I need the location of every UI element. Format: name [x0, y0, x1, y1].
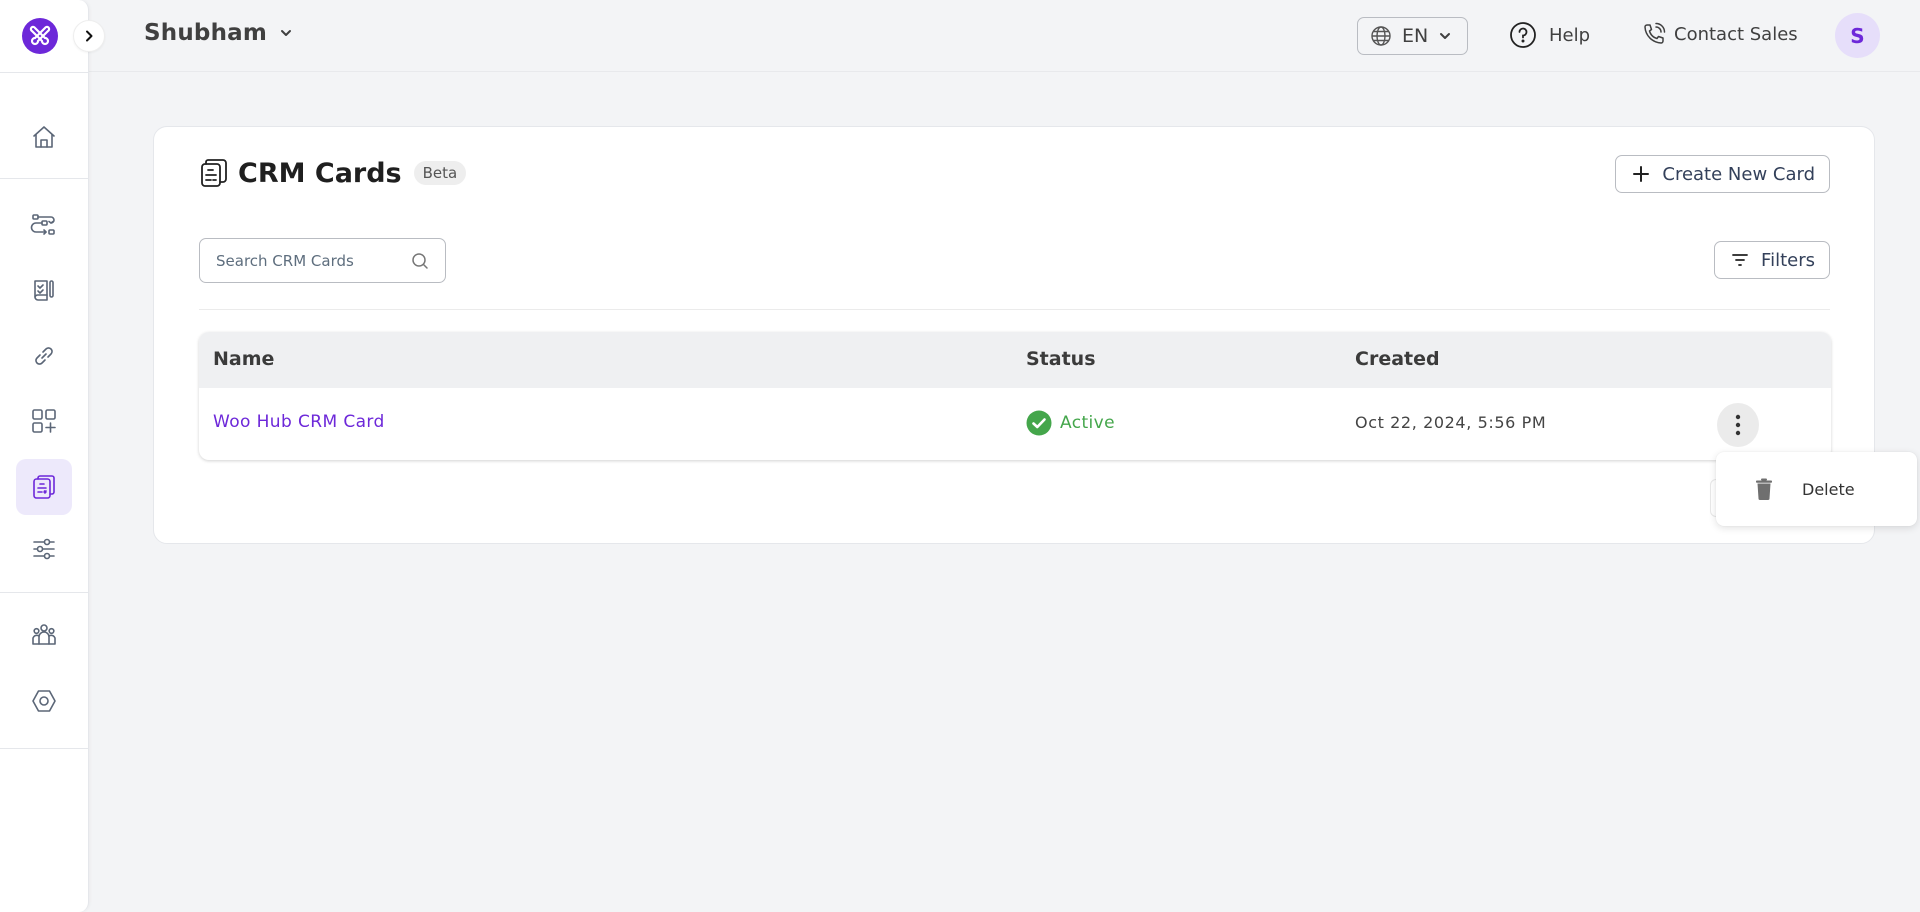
table-header: Name Status Created: [199, 332, 1831, 388]
filters-button[interactable]: Filters: [1714, 241, 1830, 279]
search-icon[interactable]: [411, 252, 429, 270]
page-header: CRM Cards Beta: [200, 157, 467, 189]
filter-icon: [1732, 254, 1748, 266]
card-name-link[interactable]: Woo Hub CRM Card: [213, 412, 385, 432]
check-circle-icon: [1026, 410, 1052, 436]
hexagon-settings-icon: [32, 690, 56, 712]
language-selector[interactable]: EN: [1357, 17, 1468, 55]
search-field: [199, 238, 446, 283]
divider: [199, 309, 1830, 310]
crm-cards-icon: [33, 475, 55, 499]
sliders-icon: [33, 538, 55, 560]
column-header-status[interactable]: Status: [1026, 348, 1096, 370]
crm-cards-table: Name Status Created Woo Hub CRM Card Act…: [199, 332, 1831, 460]
more-vertical-icon: [1735, 414, 1741, 436]
link-icon: [35, 347, 53, 365]
sidebar-divider: [0, 592, 89, 593]
column-header-name[interactable]: Name: [213, 348, 274, 370]
sidebar-item-crm-cards[interactable]: [16, 459, 72, 515]
create-new-card-button[interactable]: Create New Card: [1615, 155, 1830, 193]
users-icon: [32, 624, 56, 645]
globe-icon: [1371, 26, 1391, 46]
user-avatar[interactable]: S: [1835, 13, 1880, 58]
home-icon: [33, 126, 55, 148]
chevron-down-icon: [1440, 33, 1451, 39]
checklist-document-icon: [34, 280, 54, 301]
created-date: Oct 22, 2024, 5:56 PM: [1355, 413, 1547, 432]
table-row: Woo Hub CRM Card Active Oct 22, 2024, 5:…: [199, 388, 1831, 460]
sidebar-item-settings[interactable]: [16, 673, 72, 729]
crm-cards-icon: [201, 159, 227, 187]
language-label: EN: [1402, 25, 1429, 47]
chevron-down-icon: [281, 30, 292, 36]
menu-item-delete[interactable]: Delete: [1716, 452, 1917, 526]
beta-badge: Beta: [413, 161, 467, 185]
sidebar-item-integrations[interactable]: [16, 328, 72, 384]
status-cell: Active: [1026, 410, 1115, 436]
sidebar-divider: [0, 748, 89, 749]
brand-logo-icon[interactable]: [22, 18, 58, 54]
sidebar: [0, 0, 89, 912]
page-title: CRM Cards: [238, 157, 402, 189]
plus-icon: [1633, 166, 1650, 182]
help-button[interactable]: Help: [1509, 21, 1590, 49]
phone-icon: [1644, 22, 1666, 44]
row-actions-menu: Delete: [1716, 452, 1917, 526]
sidebar-item-workflows[interactable]: [16, 198, 72, 254]
status-label: Active: [1060, 413, 1115, 433]
sidebar-divider: [0, 72, 89, 73]
contact-sales-button[interactable]: Contact Sales: [1642, 22, 1798, 46]
column-header-created[interactable]: Created: [1355, 348, 1440, 370]
workspace-switcher[interactable]: Shubham: [144, 20, 293, 46]
sidebar-item-apps[interactable]: [16, 393, 72, 449]
search-input[interactable]: [216, 251, 386, 270]
crm-cards-panel: CRM Cards Beta Create New Card Filters N…: [153, 126, 1875, 544]
menu-item-label: Delete: [1802, 479, 1855, 499]
sidebar-item-home[interactable]: [16, 109, 72, 165]
filters-label: Filters: [1761, 249, 1815, 271]
add-apps-icon: [32, 409, 56, 433]
sidebar-item-forms[interactable]: [16, 263, 72, 319]
sidebar-divider: [0, 178, 89, 179]
expand-sidebar-button[interactable]: [73, 20, 105, 52]
chevron-right-icon: [86, 30, 93, 42]
create-new-card-label: Create New Card: [1662, 163, 1815, 185]
row-actions-button[interactable]: [1717, 403, 1759, 447]
help-icon: [1510, 22, 1536, 48]
workflow-icon: [30, 214, 55, 235]
trash-icon: [1756, 478, 1772, 500]
sidebar-item-team[interactable]: [16, 607, 72, 663]
contact-sales-label: Contact Sales: [1674, 23, 1798, 45]
workspace-name: Shubham: [144, 20, 268, 46]
top-bar: Shubham EN Help Contact Sales S: [89, 0, 1920, 72]
help-label: Help: [1549, 24, 1591, 46]
sidebar-item-preferences[interactable]: [16, 521, 72, 577]
